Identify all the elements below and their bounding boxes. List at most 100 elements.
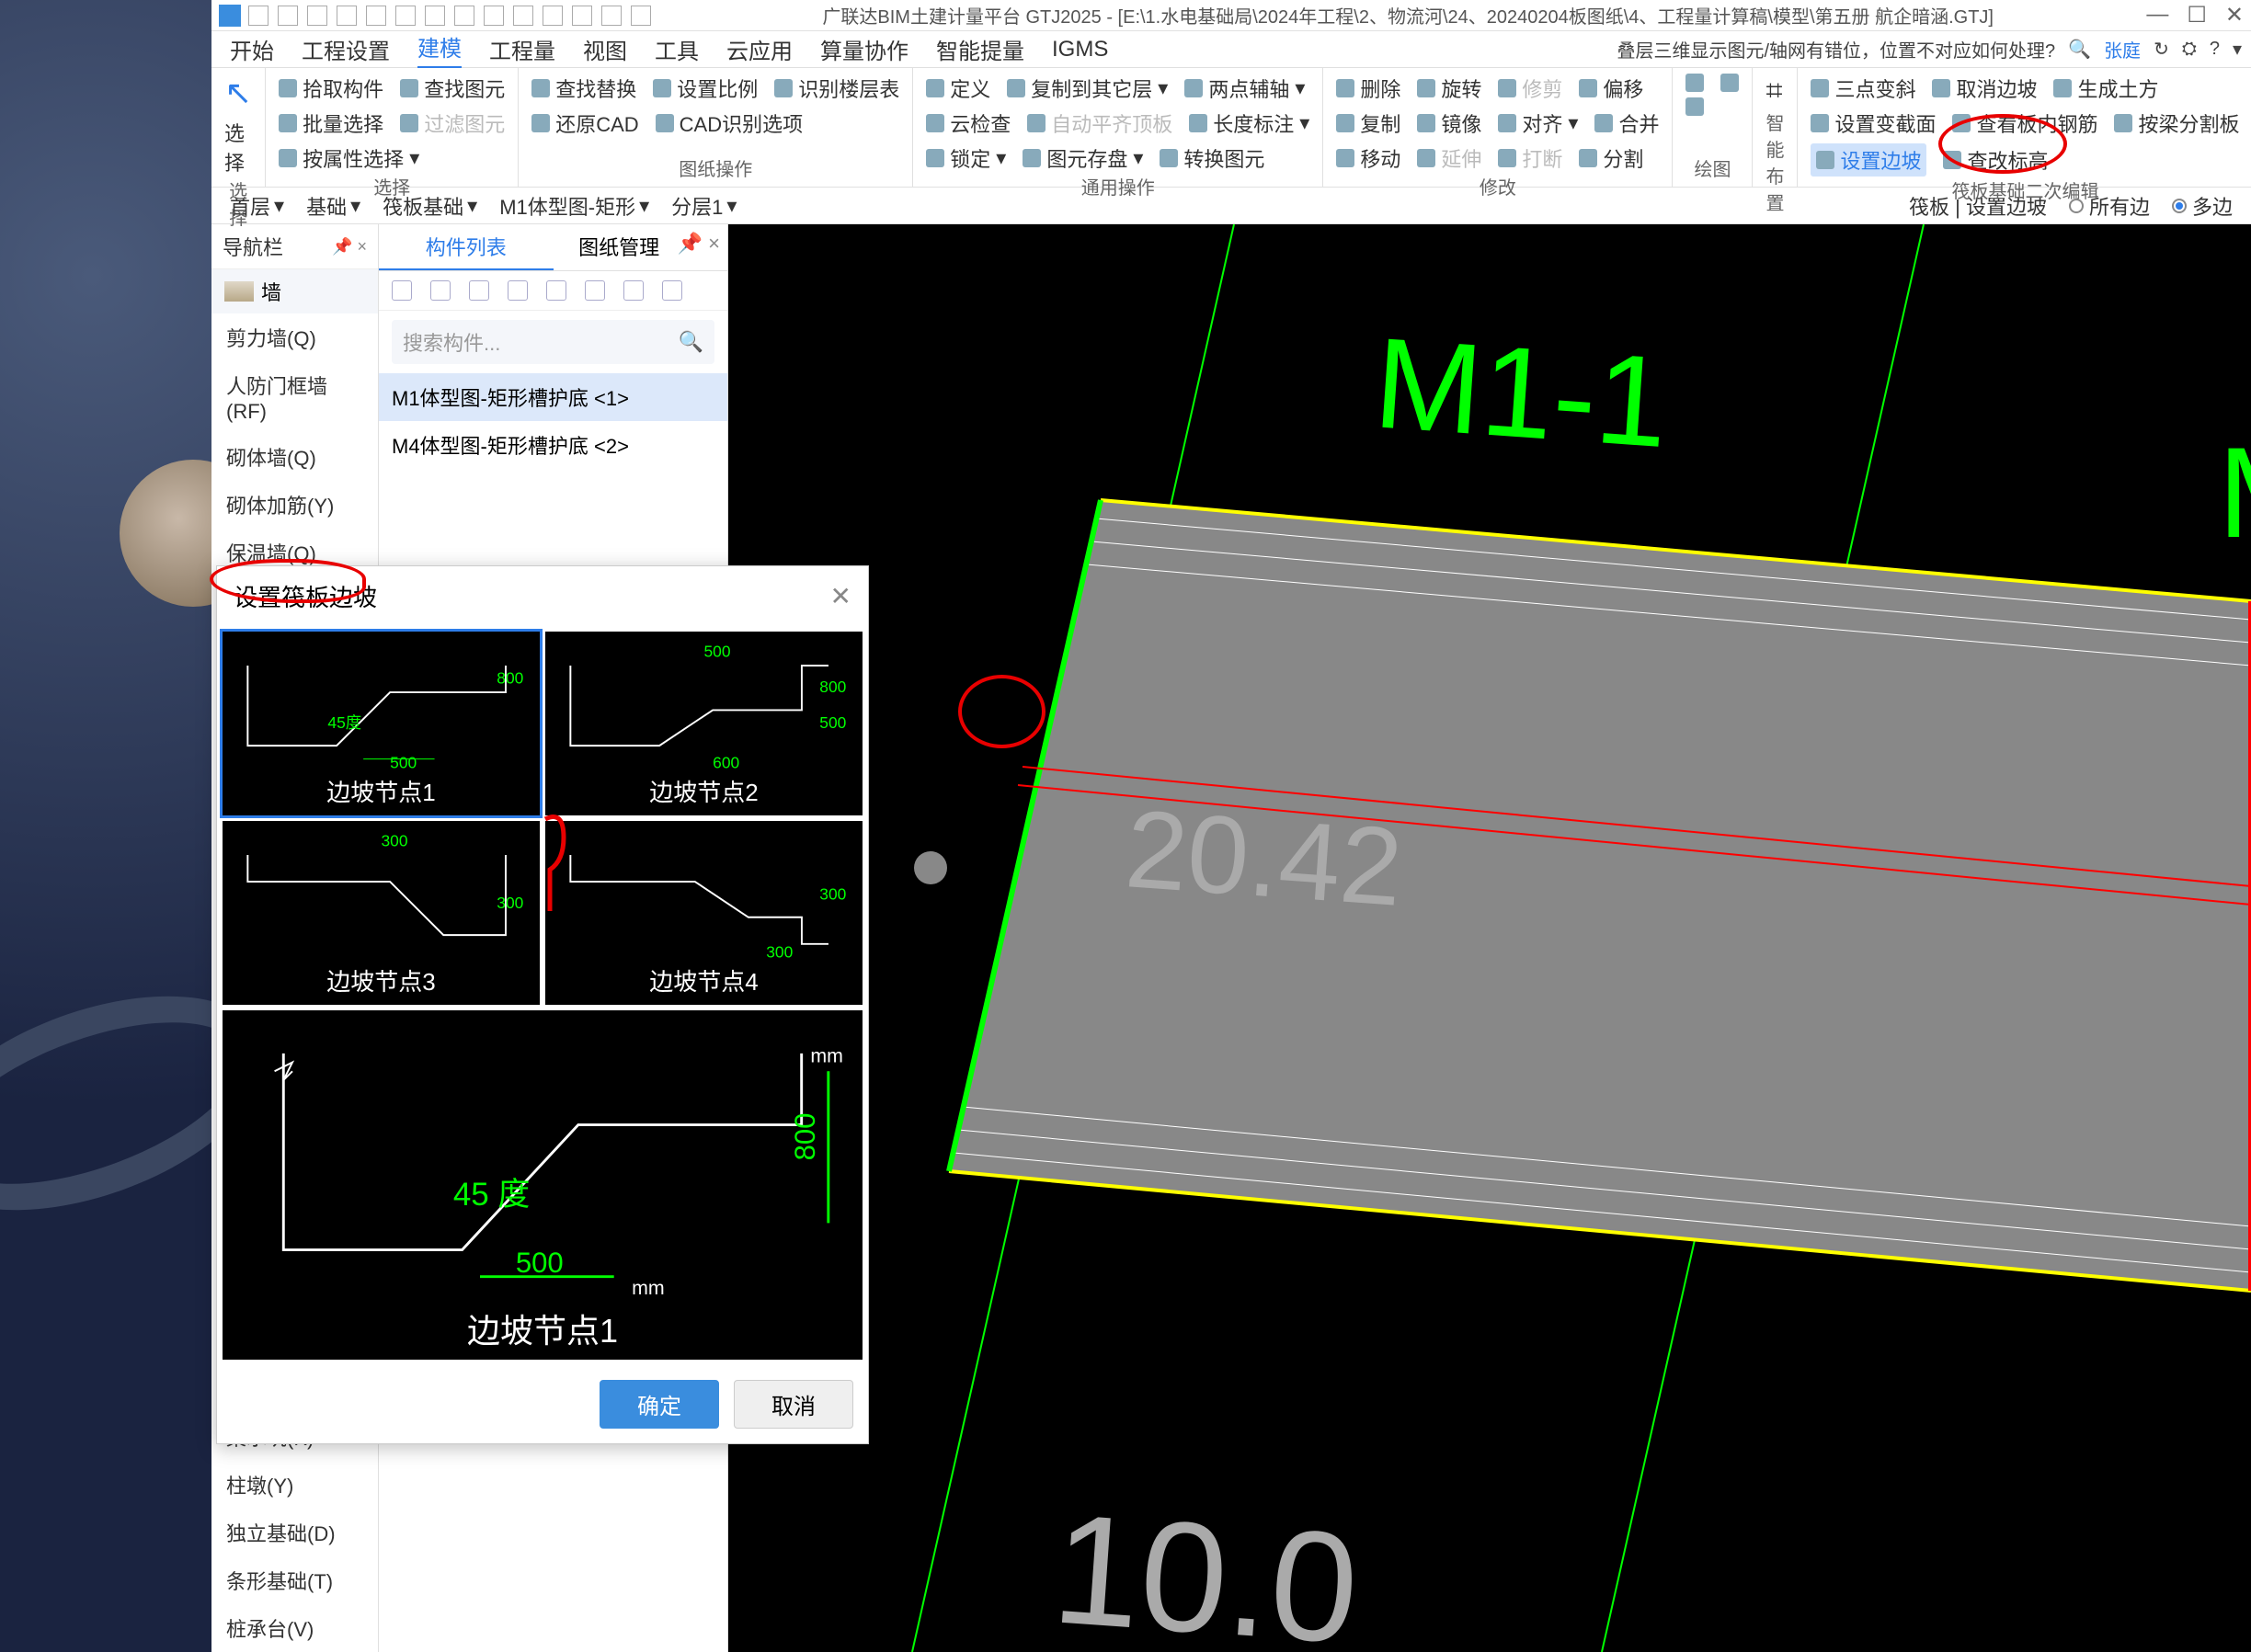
qat-icon[interactable]: [425, 6, 445, 26]
tab-start[interactable]: 开始: [230, 33, 274, 65]
nav-item[interactable]: 人防门框墙(RF): [211, 361, 378, 433]
layer-dropdown[interactable]: 分层1 ▾: [671, 191, 737, 221]
help-icon[interactable]: ?: [2210, 39, 2220, 60]
qat-icon[interactable]: [601, 6, 622, 26]
offset-button[interactable]: 偏移: [1579, 74, 1643, 103]
set-scale-button[interactable]: 设置比例: [653, 74, 758, 103]
rotate-button[interactable]: 旋转: [1417, 74, 1481, 103]
select-by-prop-button[interactable]: 按属性选择▾: [279, 143, 419, 173]
nav-item[interactable]: 砌体墙(Q): [211, 433, 378, 481]
slope-node-large-preview[interactable]: 45 度 500 mm 800 mm 边坡节点1: [223, 1010, 863, 1360]
three-point-slope-button[interactable]: 三点变斜: [1811, 74, 1915, 103]
grid-icon[interactable]: [662, 280, 682, 301]
qat-icon[interactable]: [631, 6, 651, 26]
select-button[interactable]: 选择: [224, 118, 252, 177]
copy-icon[interactable]: [430, 280, 451, 301]
slope-node-3-thumb[interactable]: 300 300 边坡节点3: [223, 821, 540, 1005]
find-replace-button[interactable]: 查找替换: [531, 74, 636, 103]
save-element-button[interactable]: 图元存盘▾: [1023, 143, 1143, 173]
view-slab-rebar-button[interactable]: 查看板内钢筋: [1952, 108, 2097, 138]
component-item[interactable]: M4体型图-矩形槽护底 <2>: [379, 421, 727, 469]
qat-icon[interactable]: [454, 6, 474, 26]
nav-category-wall[interactable]: 墙: [211, 269, 378, 313]
qat-icon[interactable]: [248, 6, 269, 26]
pin-icon[interactable]: 📌 ×: [332, 237, 367, 256]
line-button[interactable]: [1685, 97, 1704, 116]
minimize-button[interactable]: —: [2146, 2, 2168, 28]
qat-icon[interactable]: [278, 6, 298, 26]
lock-button[interactable]: 锁定▾: [926, 143, 1006, 173]
identify-floor-table-button[interactable]: 识别楼层表: [774, 74, 899, 103]
qat-icon[interactable]: [543, 6, 563, 26]
component-item[interactable]: M1体型图-矩形槽护底 <1>: [379, 373, 727, 421]
cancel-button[interactable]: 取消: [734, 1380, 853, 1429]
qat-icon[interactable]: [572, 6, 592, 26]
move-button[interactable]: 移动: [1336, 143, 1400, 173]
maximize-button[interactable]: ☐: [2187, 2, 2207, 28]
cloud-check-button[interactable]: 云检查: [926, 108, 1011, 138]
pin-icon[interactable]: 📌 ×: [678, 232, 720, 256]
smart-layout-icon[interactable]: ⌗: [1765, 74, 1782, 108]
ok-button[interactable]: 确定: [600, 1380, 719, 1429]
tab-tools[interactable]: 工具: [655, 33, 699, 65]
slope-node-1-thumb[interactable]: 45度 500 800 边坡节点1: [223, 632, 540, 815]
qat-icon[interactable]: [513, 6, 533, 26]
dialog-close-button[interactable]: ✕: [830, 581, 851, 611]
qat-icon[interactable]: [366, 6, 386, 26]
tab-modeling[interactable]: 建模: [417, 30, 462, 69]
gen-earthwork-button[interactable]: 生成土方: [2053, 74, 2158, 103]
two-point-axis-button[interactable]: 两点辅轴▾: [1184, 74, 1305, 103]
tab-collab[interactable]: 算量协作: [820, 33, 908, 65]
help-prompt[interactable]: 叠层三维显示图元/轴网有错位，位置不对应如何处理?: [1617, 36, 2055, 63]
check-elevation-button[interactable]: 查改标高: [1943, 145, 2048, 175]
chevron-down-icon[interactable]: ▾: [2233, 38, 2242, 61]
qat-icon[interactable]: [307, 6, 327, 26]
split-button[interactable]: 分割: [1579, 143, 1643, 173]
settings-icon[interactable]: ⛭: [2182, 39, 2197, 60]
close-button[interactable]: ✕: [2225, 2, 2244, 28]
new-icon[interactable]: [392, 280, 412, 301]
filter-icon[interactable]: [623, 280, 644, 301]
more-draw-icon[interactable]: [1720, 74, 1739, 92]
tab-quantity[interactable]: 工程量: [489, 33, 555, 65]
drawing-canvas[interactable]: M1-1 M 20.42 10.0: [728, 224, 2251, 1652]
pick-component-button[interactable]: 拾取构件: [279, 74, 383, 103]
set-variable-section-button[interactable]: 设置变截面: [1811, 108, 1936, 138]
refresh-icon[interactable]: ↻: [2154, 38, 2169, 61]
qat-icon[interactable]: [484, 6, 504, 26]
cad-options-button[interactable]: CAD识别选项: [656, 108, 803, 138]
tab-drawing-manage[interactable]: 图纸管理📌 ×: [554, 224, 728, 270]
user-label[interactable]: 张庭: [2104, 36, 2141, 63]
tab-view[interactable]: 视图: [583, 33, 627, 65]
restore-cad-button[interactable]: 还原CAD: [531, 108, 638, 138]
tab-smart-quantity[interactable]: 智能提量: [936, 33, 1024, 65]
cursor-icon[interactable]: ↖: [224, 74, 252, 112]
split-by-beam-button[interactable]: 按梁分割板: [2114, 108, 2239, 138]
nav-item[interactable]: 独立基础(D): [211, 1509, 378, 1556]
length-dim-button[interactable]: 长度标注▾: [1189, 108, 1309, 138]
component-dropdown[interactable]: M1体型图-矩形 ▾: [499, 191, 649, 221]
nav-item[interactable]: 桩承台(V): [211, 1604, 378, 1652]
tab-cloud[interactable]: 云应用: [726, 33, 793, 65]
define-button[interactable]: 定义: [926, 74, 990, 103]
slope-node-2-thumb[interactable]: 500 600 800 500 边坡节点2: [545, 632, 863, 815]
nav-item[interactable]: 柱墩(Y): [211, 1461, 378, 1509]
nav-item[interactable]: 剪力墙(Q): [211, 313, 378, 361]
mirror-button[interactable]: 镜像: [1417, 108, 1481, 138]
qat-icon[interactable]: [395, 6, 416, 26]
tab-component-list[interactable]: 构件列表: [379, 224, 554, 270]
copy-button[interactable]: 复制: [1336, 108, 1400, 138]
qat-icon[interactable]: [337, 6, 357, 26]
slope-node-4-thumb[interactable]: 300 300 边坡节点4: [545, 821, 863, 1005]
sort-icon[interactable]: [546, 280, 566, 301]
search-icon[interactable]: 🔍: [2068, 38, 2091, 61]
batch-select-button[interactable]: 批量选择: [279, 108, 383, 138]
find-element-button[interactable]: 查找图元: [400, 74, 505, 103]
delete-icon[interactable]: [469, 280, 489, 301]
nav-item[interactable]: 砌体加筋(Y): [211, 481, 378, 529]
sort2-icon[interactable]: [585, 280, 605, 301]
delete-button[interactable]: 删除: [1336, 74, 1400, 103]
align-button[interactable]: 对齐▾: [1498, 108, 1578, 138]
tab-project-settings[interactable]: 工程设置: [302, 33, 390, 65]
layer-icon[interactable]: [508, 280, 528, 301]
